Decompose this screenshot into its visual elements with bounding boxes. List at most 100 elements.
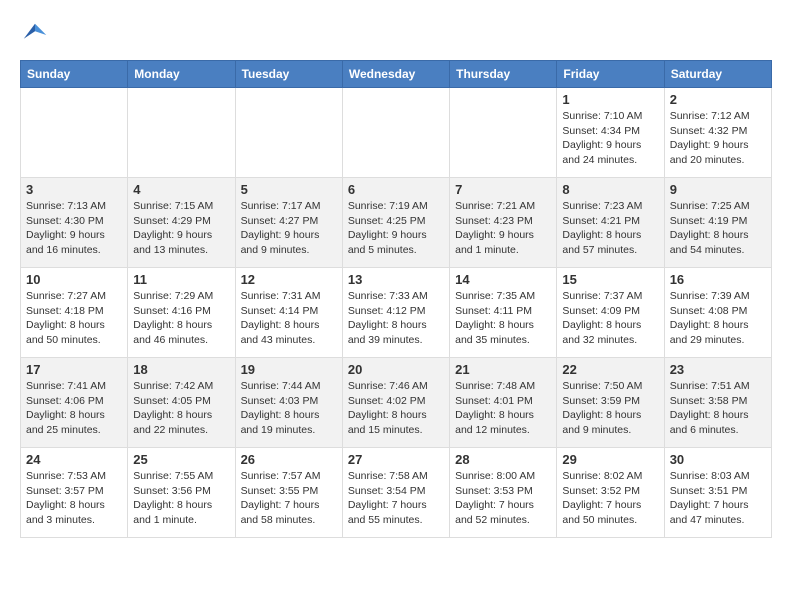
calendar-cell: 15 Sunrise: 7:37 AM Sunset: 4:09 PM Dayli…	[557, 268, 664, 358]
calendar-header-saturday: Saturday	[664, 61, 771, 88]
day-info: Sunrise: 8:02 AM Sunset: 3:52 PM Dayligh…	[562, 469, 658, 528]
day-number: 27	[348, 452, 444, 467]
calendar-cell: 2 Sunrise: 7:12 AM Sunset: 4:32 PM Daylig…	[664, 88, 771, 178]
day-number: 14	[455, 272, 551, 287]
calendar-cell: 26 Sunrise: 7:57 AM Sunset: 3:55 PM Dayli…	[235, 448, 342, 538]
calendar-cell: 14 Sunrise: 7:35 AM Sunset: 4:11 PM Dayli…	[450, 268, 557, 358]
calendar-cell	[342, 88, 449, 178]
day-number: 10	[26, 272, 122, 287]
calendar-header-tuesday: Tuesday	[235, 61, 342, 88]
day-info: Sunrise: 8:03 AM Sunset: 3:51 PM Dayligh…	[670, 469, 766, 528]
calendar-header-row: SundayMondayTuesdayWednesdayThursdayFrid…	[21, 61, 772, 88]
day-number: 16	[670, 272, 766, 287]
week-row-2: 3 Sunrise: 7:13 AM Sunset: 4:30 PM Daylig…	[21, 178, 772, 268]
week-row-3: 10 Sunrise: 7:27 AM Sunset: 4:18 PM Dayli…	[21, 268, 772, 358]
logo	[20, 20, 54, 50]
day-info: Sunrise: 7:53 AM Sunset: 3:57 PM Dayligh…	[26, 469, 122, 528]
day-info: Sunrise: 7:15 AM Sunset: 4:29 PM Dayligh…	[133, 199, 229, 258]
calendar-cell: 12Sunrise: 7:31 AM Sunset: 4:14 PM Dayli…	[235, 268, 342, 358]
week-row-4: 17 Sunrise: 7:41 AM Sunset: 4:06 PM Dayli…	[21, 358, 772, 448]
day-info: Sunrise: 7:19 AM Sunset: 4:25 PM Dayligh…	[348, 199, 444, 258]
day-number: 24	[26, 452, 122, 467]
day-info: Sunrise: 7:25 AM Sunset: 4:19 PM Dayligh…	[670, 199, 766, 258]
day-number: 18	[133, 362, 229, 377]
calendar-cell: 19 Sunrise: 7:44 AM Sunset: 4:03 PM Dayli…	[235, 358, 342, 448]
calendar-cell: 17 Sunrise: 7:41 AM Sunset: 4:06 PM Dayli…	[21, 358, 128, 448]
day-info: Sunrise: 7:58 AM Sunset: 3:54 PM Dayligh…	[348, 469, 444, 528]
day-info: Sunrise: 7:48 AM Sunset: 4:01 PM Dayligh…	[455, 379, 551, 438]
day-info: Sunrise: 7:35 AM Sunset: 4:11 PM Dayligh…	[455, 289, 551, 348]
calendar-cell: 13Sunrise: 7:33 AM Sunset: 4:12 PM Dayli…	[342, 268, 449, 358]
calendar-cell: 4 Sunrise: 7:15 AM Sunset: 4:29 PM Daylig…	[128, 178, 235, 268]
day-info: Sunrise: 7:57 AM Sunset: 3:55 PM Dayligh…	[241, 469, 337, 528]
calendar-cell: 24 Sunrise: 7:53 AM Sunset: 3:57 PM Dayli…	[21, 448, 128, 538]
day-number: 2	[670, 92, 766, 107]
day-info: Sunrise: 7:44 AM Sunset: 4:03 PM Dayligh…	[241, 379, 337, 438]
day-number: 23	[670, 362, 766, 377]
calendar: SundayMondayTuesdayWednesdayThursdayFrid…	[20, 60, 772, 538]
week-row-5: 24 Sunrise: 7:53 AM Sunset: 3:57 PM Dayli…	[21, 448, 772, 538]
calendar-header-monday: Monday	[128, 61, 235, 88]
calendar-cell: 10 Sunrise: 7:27 AM Sunset: 4:18 PM Dayli…	[21, 268, 128, 358]
calendar-header-wednesday: Wednesday	[342, 61, 449, 88]
day-number: 21	[455, 362, 551, 377]
calendar-cell: 25 Sunrise: 7:55 AM Sunset: 3:56 PM Dayli…	[128, 448, 235, 538]
day-info: Sunrise: 7:17 AM Sunset: 4:27 PM Dayligh…	[241, 199, 337, 258]
calendar-header-thursday: Thursday	[450, 61, 557, 88]
day-number: 20	[348, 362, 444, 377]
day-info: Sunrise: 7:12 AM Sunset: 4:32 PM Dayligh…	[670, 109, 766, 168]
week-row-1: 1 Sunrise: 7:10 AM Sunset: 4:34 PM Daylig…	[21, 88, 772, 178]
day-info: Sunrise: 7:50 AM Sunset: 3:59 PM Dayligh…	[562, 379, 658, 438]
day-number: 17	[26, 362, 122, 377]
day-info: Sunrise: 7:29 AM Sunset: 4:16 PM Dayligh…	[133, 289, 229, 348]
day-number: 26	[241, 452, 337, 467]
day-number: 22	[562, 362, 658, 377]
day-number: 4	[133, 182, 229, 197]
calendar-cell: 29 Sunrise: 8:02 AM Sunset: 3:52 PM Dayli…	[557, 448, 664, 538]
day-number: 7	[455, 182, 551, 197]
calendar-cell: 7 Sunrise: 7:21 AM Sunset: 4:23 PM Daylig…	[450, 178, 557, 268]
day-info: Sunrise: 7:27 AM Sunset: 4:18 PM Dayligh…	[26, 289, 122, 348]
day-info: Sunrise: 7:55 AM Sunset: 3:56 PM Dayligh…	[133, 469, 229, 528]
day-number: 15	[562, 272, 658, 287]
calendar-cell: 30 Sunrise: 8:03 AM Sunset: 3:51 PM Dayli…	[664, 448, 771, 538]
day-number: 11	[133, 272, 229, 287]
day-info: Sunrise: 7:23 AM Sunset: 4:21 PM Dayligh…	[562, 199, 658, 258]
day-number: 3	[26, 182, 122, 197]
calendar-cell: 3 Sunrise: 7:13 AM Sunset: 4:30 PM Daylig…	[21, 178, 128, 268]
day-info: Sunrise: 7:39 AM Sunset: 4:08 PM Dayligh…	[670, 289, 766, 348]
day-info: Sunrise: 7:51 AM Sunset: 3:58 PM Dayligh…	[670, 379, 766, 438]
calendar-cell	[128, 88, 235, 178]
day-info: Sunrise: 7:46 AM Sunset: 4:02 PM Dayligh…	[348, 379, 444, 438]
day-info: Sunrise: 7:13 AM Sunset: 4:30 PM Dayligh…	[26, 199, 122, 258]
day-info: Sunrise: 7:10 AM Sunset: 4:34 PM Dayligh…	[562, 109, 658, 168]
day-number: 30	[670, 452, 766, 467]
calendar-cell: 11 Sunrise: 7:29 AM Sunset: 4:16 PM Dayli…	[128, 268, 235, 358]
calendar-cell	[450, 88, 557, 178]
calendar-cell: 18 Sunrise: 7:42 AM Sunset: 4:05 PM Dayli…	[128, 358, 235, 448]
day-number: 8	[562, 182, 658, 197]
day-info: Sunrise: 7:21 AM Sunset: 4:23 PM Dayligh…	[455, 199, 551, 258]
day-info: Sunrise: 7:37 AM Sunset: 4:09 PM Dayligh…	[562, 289, 658, 348]
day-number: 9	[670, 182, 766, 197]
day-number: 12	[241, 272, 337, 287]
day-info: Sunrise: 7:41 AM Sunset: 4:06 PM Dayligh…	[26, 379, 122, 438]
calendar-cell: 21 Sunrise: 7:48 AM Sunset: 4:01 PM Dayli…	[450, 358, 557, 448]
calendar-cell: 22 Sunrise: 7:50 AM Sunset: 3:59 PM Dayli…	[557, 358, 664, 448]
day-number: 28	[455, 452, 551, 467]
calendar-header-sunday: Sunday	[21, 61, 128, 88]
page-header	[20, 20, 772, 50]
calendar-cell: 28Sunrise: 8:00 AM Sunset: 3:53 PM Dayli…	[450, 448, 557, 538]
calendar-cell: 6Sunrise: 7:19 AM Sunset: 4:25 PM Daylig…	[342, 178, 449, 268]
calendar-cell: 9 Sunrise: 7:25 AM Sunset: 4:19 PM Daylig…	[664, 178, 771, 268]
day-number: 19	[241, 362, 337, 377]
calendar-cell: 23 Sunrise: 7:51 AM Sunset: 3:58 PM Dayli…	[664, 358, 771, 448]
day-number: 25	[133, 452, 229, 467]
day-number: 29	[562, 452, 658, 467]
calendar-cell	[235, 88, 342, 178]
calendar-cell: 16 Sunrise: 7:39 AM Sunset: 4:08 PM Dayli…	[664, 268, 771, 358]
day-number: 1	[562, 92, 658, 107]
calendar-cell: 1 Sunrise: 7:10 AM Sunset: 4:34 PM Daylig…	[557, 88, 664, 178]
calendar-cell: 27 Sunrise: 7:58 AM Sunset: 3:54 PM Dayli…	[342, 448, 449, 538]
day-info: Sunrise: 7:42 AM Sunset: 4:05 PM Dayligh…	[133, 379, 229, 438]
